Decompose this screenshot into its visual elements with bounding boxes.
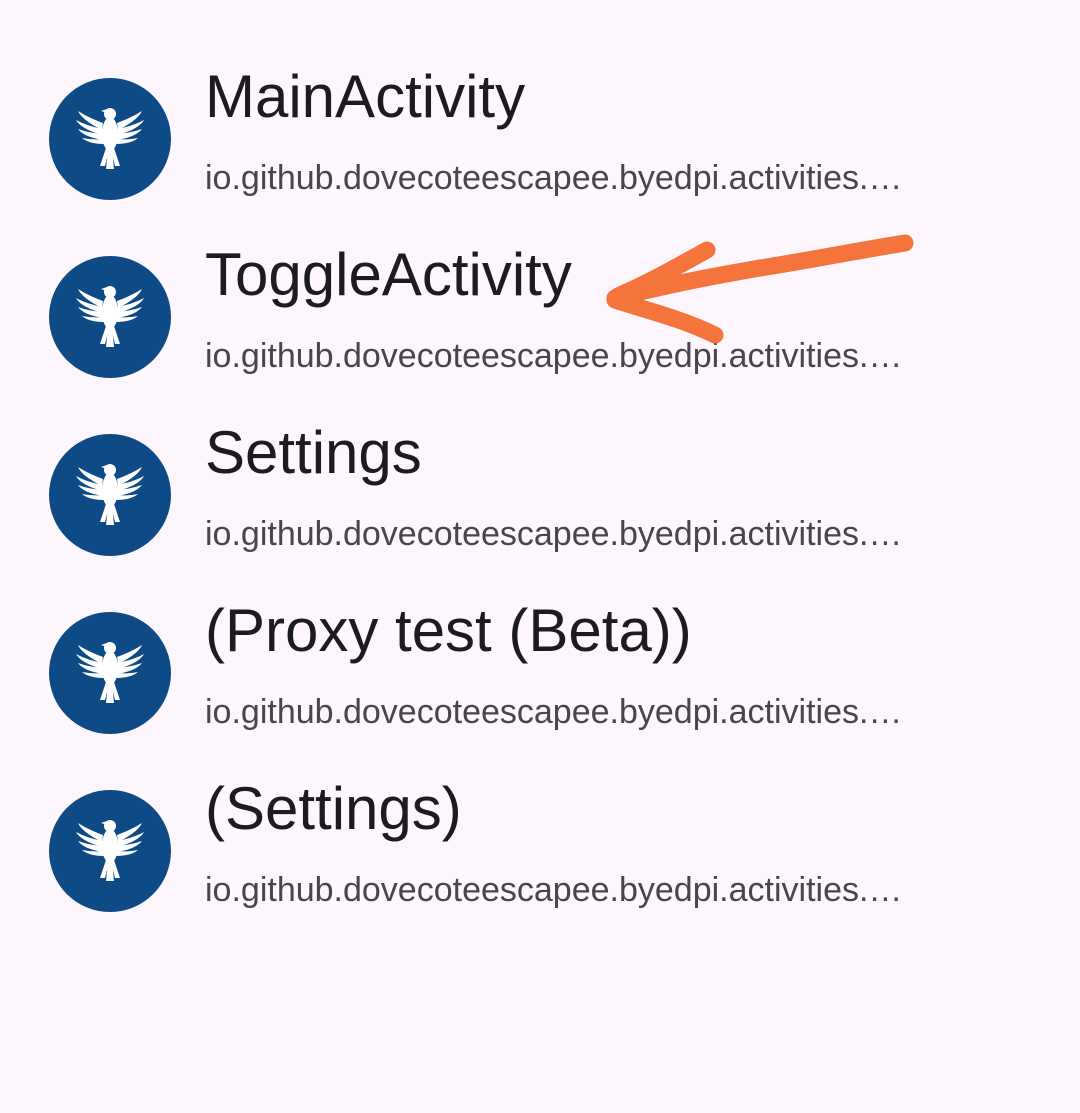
list-item[interactable]: (Settings) io.github.dovecoteescapee.bye… — [0, 712, 1080, 890]
list-item[interactable]: (Proxy test (Beta)) io.github.dovecotees… — [0, 534, 1080, 712]
activity-title: (Proxy test (Beta)) — [205, 597, 692, 664]
activity-list: MainActivity io.github.dovecoteescapee.b… — [0, 0, 1080, 890]
activity-title: ToggleActivity — [205, 241, 572, 308]
byedpi-bird-icon — [49, 790, 171, 912]
list-item[interactable]: MainActivity io.github.dovecoteescapee.b… — [0, 0, 1080, 178]
list-item[interactable]: ToggleActivity io.github.dovecoteescapee… — [0, 178, 1080, 356]
activity-title: (Settings) — [205, 775, 462, 842]
activity-picker-screen: MainActivity io.github.dovecoteescapee.b… — [0, 0, 1080, 1113]
activity-title: MainActivity — [205, 63, 526, 130]
activity-title: Settings — [205, 419, 422, 486]
list-item[interactable]: Settings io.github.dovecoteescapee.byedp… — [0, 356, 1080, 534]
activity-package: io.github.dovecoteescapee.byedpi.activit… — [205, 871, 903, 909]
